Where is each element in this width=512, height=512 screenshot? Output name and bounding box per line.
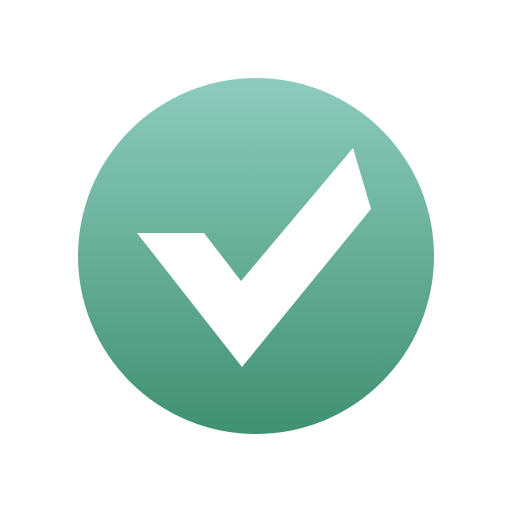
icon-canvas [0,0,512,512]
checkmark-circle-icon [78,78,434,434]
badge-circle [78,78,434,434]
